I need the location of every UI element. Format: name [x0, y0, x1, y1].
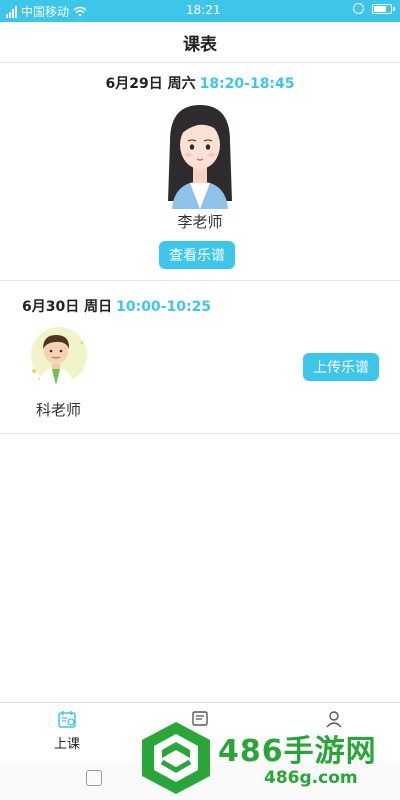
status-time: 18:21: [186, 3, 221, 17]
schedule-screen: 中国移动 18:21 课表 6月29日 周六 18:20-18:45 李老师 查…: [0, 0, 400, 800]
lesson-datetime: 6月29日 周六 18:20-18:45: [0, 73, 400, 93]
wifi-icon: [73, 6, 87, 17]
watermark: 486手游网 486g.com: [140, 716, 400, 800]
lesson-card: 6月29日 周六 18:20-18:45 李老师 查看乐谱: [0, 63, 400, 281]
calendar-icon: [58, 711, 76, 728]
lesson-date: 6月29日 周六: [105, 76, 196, 92]
carrier-label: 中国移动: [21, 5, 70, 19]
lesson-date: 6月30日 周日: [22, 299, 113, 315]
teacher-name: 李老师: [177, 213, 223, 231]
view-sheet-music-button[interactable]: 查看乐谱: [159, 241, 235, 269]
watermark-logo-icon: [142, 722, 210, 794]
home-button[interactable]: [86, 770, 102, 786]
tab-label: 上课: [53, 737, 80, 752]
upload-sheet-music-button[interactable]: 上传乐谱: [303, 353, 379, 381]
female-teacher-avatar: [168, 105, 232, 209]
lesson-time: 18:20-18:45: [199, 76, 295, 92]
watermark-brand: 486手游网: [218, 734, 377, 769]
watermark-domain: 486g.com: [264, 768, 358, 788]
lesson-datetime: 6月30日 周日 10:00-10:25: [22, 296, 211, 316]
signal-icon: [6, 5, 17, 18]
lesson-card: 6月30日 周日 10:00-10:25 科老师 上传乐谱: [0, 281, 400, 434]
battery-icon: [372, 3, 395, 14]
status-left: 中国移动: [6, 3, 87, 20]
male-teacher-avatar: [31, 327, 87, 387]
status-bar: 中国移动 18:21: [0, 0, 400, 22]
teacher-name: 科老师: [36, 401, 82, 419]
page-title: 课表: [0, 22, 400, 63]
status-right: [353, 3, 395, 14]
tab-class[interactable]: 上课: [27, 709, 107, 752]
rotation-lock-icon: [353, 3, 364, 14]
lesson-time: 10:00-10:25: [116, 299, 212, 315]
